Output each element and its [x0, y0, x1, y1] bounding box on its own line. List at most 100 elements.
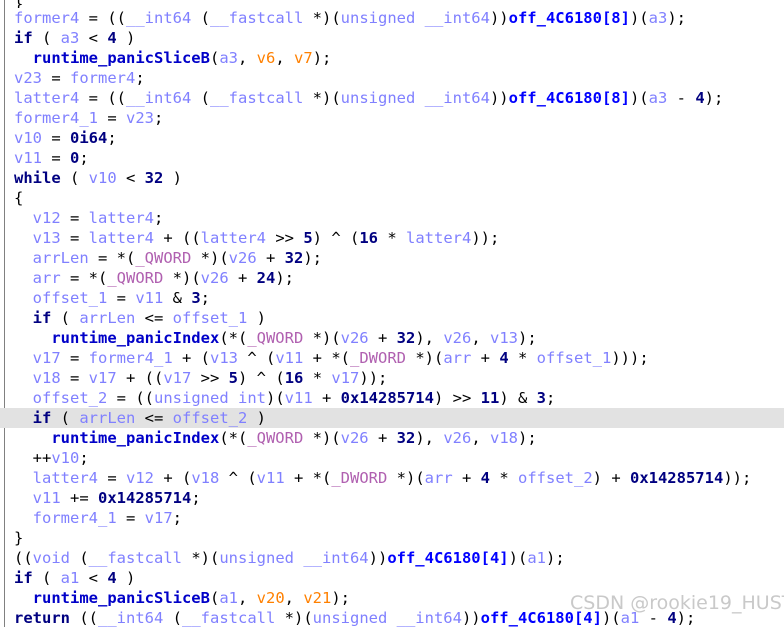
code-token-lvar[interactable]: v18: [490, 429, 518, 447]
code-line[interactable]: v10 = 0i64;: [0, 128, 784, 148]
code-token-glob[interactable]: off_4C6180[8]: [509, 9, 630, 27]
code-token-lvar[interactable]: latter4: [201, 229, 266, 247]
code-line[interactable]: v12 = latter4;: [0, 208, 784, 228]
code-token-glob[interactable]: off_4C6180[4]: [387, 549, 508, 567]
code-line[interactable]: runtime_panicIndex(*(_QWORD *)(v26 + 32)…: [0, 428, 784, 448]
code-line[interactable]: v17 = former4_1 + (v13 ^ (v11 + *(_DWORD…: [0, 348, 784, 368]
code-token-lvar[interactable]: v10: [14, 129, 42, 147]
code-token-arg[interactable]: a3: [649, 9, 668, 27]
code-line[interactable]: runtime_panicSliceB(a1, v20, v21);: [0, 588, 784, 608]
code-line[interactable]: v11 += 0x14285714;: [0, 488, 784, 508]
code-token-lvar[interactable]: former4: [14, 9, 79, 27]
code-token-lvar[interactable]: v13: [33, 229, 61, 247]
code-token-lvar[interactable]: offset_1: [173, 309, 248, 327]
code-line[interactable]: v13 = latter4 + ((latter4 >> 5) ^ (16 * …: [0, 228, 784, 248]
code-token-lvar[interactable]: latter4: [14, 89, 79, 107]
code-token-lvar[interactable]: v26: [201, 269, 229, 287]
code-line[interactable]: runtime_panicIndex(*(_QWORD *)(v26 + 32)…: [0, 328, 784, 348]
code-token-lvar[interactable]: v17: [331, 369, 359, 387]
code-token-arg[interactable]: a1: [621, 609, 640, 627]
pseudocode-view[interactable]: }former4 = ((__int64 (__fastcall *)(unsi…: [0, 0, 784, 627]
code-token-lvar[interactable]: arrLen: [79, 409, 135, 427]
code-token-lvar[interactable]: arrLen: [79, 309, 135, 327]
code-token-func[interactable]: runtime_panicIndex: [51, 429, 219, 447]
code-token-lvar[interactable]: v13: [490, 329, 518, 347]
code-line[interactable]: latter4 = ((__int64 (__fastcall *)(unsig…: [0, 88, 784, 108]
code-line[interactable]: v18 = v17 + ((v17 >> 5) ^ (16 * v17));: [0, 368, 784, 388]
code-token-lvar[interactable]: v13: [210, 349, 238, 367]
code-line[interactable]: }: [0, 528, 784, 548]
code-token-lvar[interactable]: former4: [70, 69, 135, 87]
code-token-lvar[interactable]: offset_2: [173, 409, 248, 427]
code-token-lvar[interactable]: v18: [33, 369, 61, 387]
code-token-lvar[interactable]: latter4: [89, 229, 154, 247]
code-token-lvar[interactable]: v26: [229, 249, 257, 267]
code-token-lvar[interactable]: v26: [443, 429, 471, 447]
code-line[interactable]: former4_1 = v17;: [0, 508, 784, 528]
code-line[interactable]: return ((__int64 (__fastcall *)(unsigned…: [0, 608, 784, 628]
code-token-lvar[interactable]: offset_2: [518, 469, 593, 487]
code-token-lvar[interactable]: v26: [443, 329, 471, 347]
code-token-lvar[interactable]: arr: [443, 349, 471, 367]
code-token-lvar[interactable]: v12: [126, 469, 154, 487]
code-token-arg[interactable]: a1: [61, 569, 80, 587]
code-token-lvar[interactable]: v23: [126, 109, 154, 127]
code-line[interactable]: former4 = ((__int64 (__fastcall *)(unsig…: [0, 8, 784, 28]
code-token-lvar[interactable]: v11: [275, 349, 303, 367]
code-line[interactable]: latter4 = v12 + (v18 ^ (v11 + *(_DWORD *…: [0, 468, 784, 488]
code-token-lvar[interactable]: latter4: [89, 209, 154, 227]
code-line[interactable]: if ( a3 < 4 ): [0, 28, 784, 48]
code-line[interactable]: if ( arrLen <= offset_2 ): [0, 408, 784, 428]
code-token-lvar[interactable]: v17: [145, 509, 173, 527]
code-token-func[interactable]: runtime_panicIndex: [51, 329, 219, 347]
code-token-lvar[interactable]: v11: [14, 149, 42, 167]
code-line[interactable]: offset_1 = v11 & 3;: [0, 288, 784, 308]
code-line[interactable]: ((void (__fastcall *)(unsigned __int64))…: [0, 548, 784, 568]
code-token-arg[interactable]: a3: [649, 89, 668, 107]
code-token-lvar[interactable]: arr: [425, 469, 453, 487]
code-token-func[interactable]: runtime_panicSliceB: [33, 49, 210, 67]
code-line[interactable]: arrLen = *(_QWORD *)(v26 + 32);: [0, 248, 784, 268]
code-line[interactable]: v11 = 0;: [0, 148, 784, 168]
code-line-list[interactable]: }former4 = ((__int64 (__fastcall *)(unsi…: [0, 0, 784, 627]
code-token-lvar[interactable]: offset_1: [33, 289, 108, 307]
code-token-arg[interactable]: a1: [219, 589, 238, 607]
code-line[interactable]: while ( v10 < 32 ): [0, 168, 784, 188]
code-token-lvar[interactable]: v17: [163, 369, 191, 387]
code-token-glob[interactable]: off_4C6180[8]: [509, 89, 630, 107]
code-token-lvar[interactable]: v18: [191, 469, 219, 487]
code-token-lvar[interactable]: v10: [51, 449, 79, 467]
code-token-arg[interactable]: a3: [219, 49, 238, 67]
code-line[interactable]: if ( a1 < 4 ): [0, 568, 784, 588]
code-token-lvar[interactable]: v12: [33, 209, 61, 227]
code-line[interactable]: arr = *(_QWORD *)(v26 + 24);: [0, 268, 784, 288]
code-token-lvar[interactable]: latter4: [33, 469, 98, 487]
code-token-lvar[interactable]: v10: [89, 169, 117, 187]
code-line[interactable]: runtime_panicSliceB(a3, v6, v7);: [0, 48, 784, 68]
code-token-arg[interactable]: a1: [527, 549, 546, 567]
code-token-lvar[interactable]: former4_1: [89, 349, 173, 367]
code-line[interactable]: if ( arrLen <= offset_1 ): [0, 308, 784, 328]
code-token-lvar[interactable]: former4_1: [33, 509, 117, 527]
code-token-lvar[interactable]: v11: [33, 489, 61, 507]
code-line[interactable]: v23 = former4;: [0, 68, 784, 88]
code-token-arg[interactable]: a3: [61, 29, 80, 47]
code-token-lvar[interactable]: v11: [285, 389, 313, 407]
code-token-lvar[interactable]: latter4: [406, 229, 471, 247]
code-token-lvar[interactable]: arr: [33, 269, 61, 287]
code-line[interactable]: }: [0, 0, 784, 8]
code-token-lvar[interactable]: arrLen: [33, 249, 89, 267]
code-token-lvar[interactable]: v11: [257, 469, 285, 487]
code-line[interactable]: {: [0, 188, 784, 208]
code-token-lvar[interactable]: v23: [14, 69, 42, 87]
code-token-lvar[interactable]: v11: [135, 289, 163, 307]
code-token-lvar[interactable]: former4_1: [14, 109, 98, 127]
code-token-lvar[interactable]: offset_1: [537, 349, 612, 367]
code-token-lvar[interactable]: v26: [341, 429, 369, 447]
code-token-func[interactable]: runtime_panicSliceB: [33, 589, 210, 607]
code-token-glob[interactable]: off_4C6180[4]: [481, 609, 602, 627]
code-line[interactable]: ++v10;: [0, 448, 784, 468]
code-token-lvar[interactable]: v17: [33, 349, 61, 367]
code-line[interactable]: former4_1 = v23;: [0, 108, 784, 128]
code-token-lvar[interactable]: v17: [89, 369, 117, 387]
